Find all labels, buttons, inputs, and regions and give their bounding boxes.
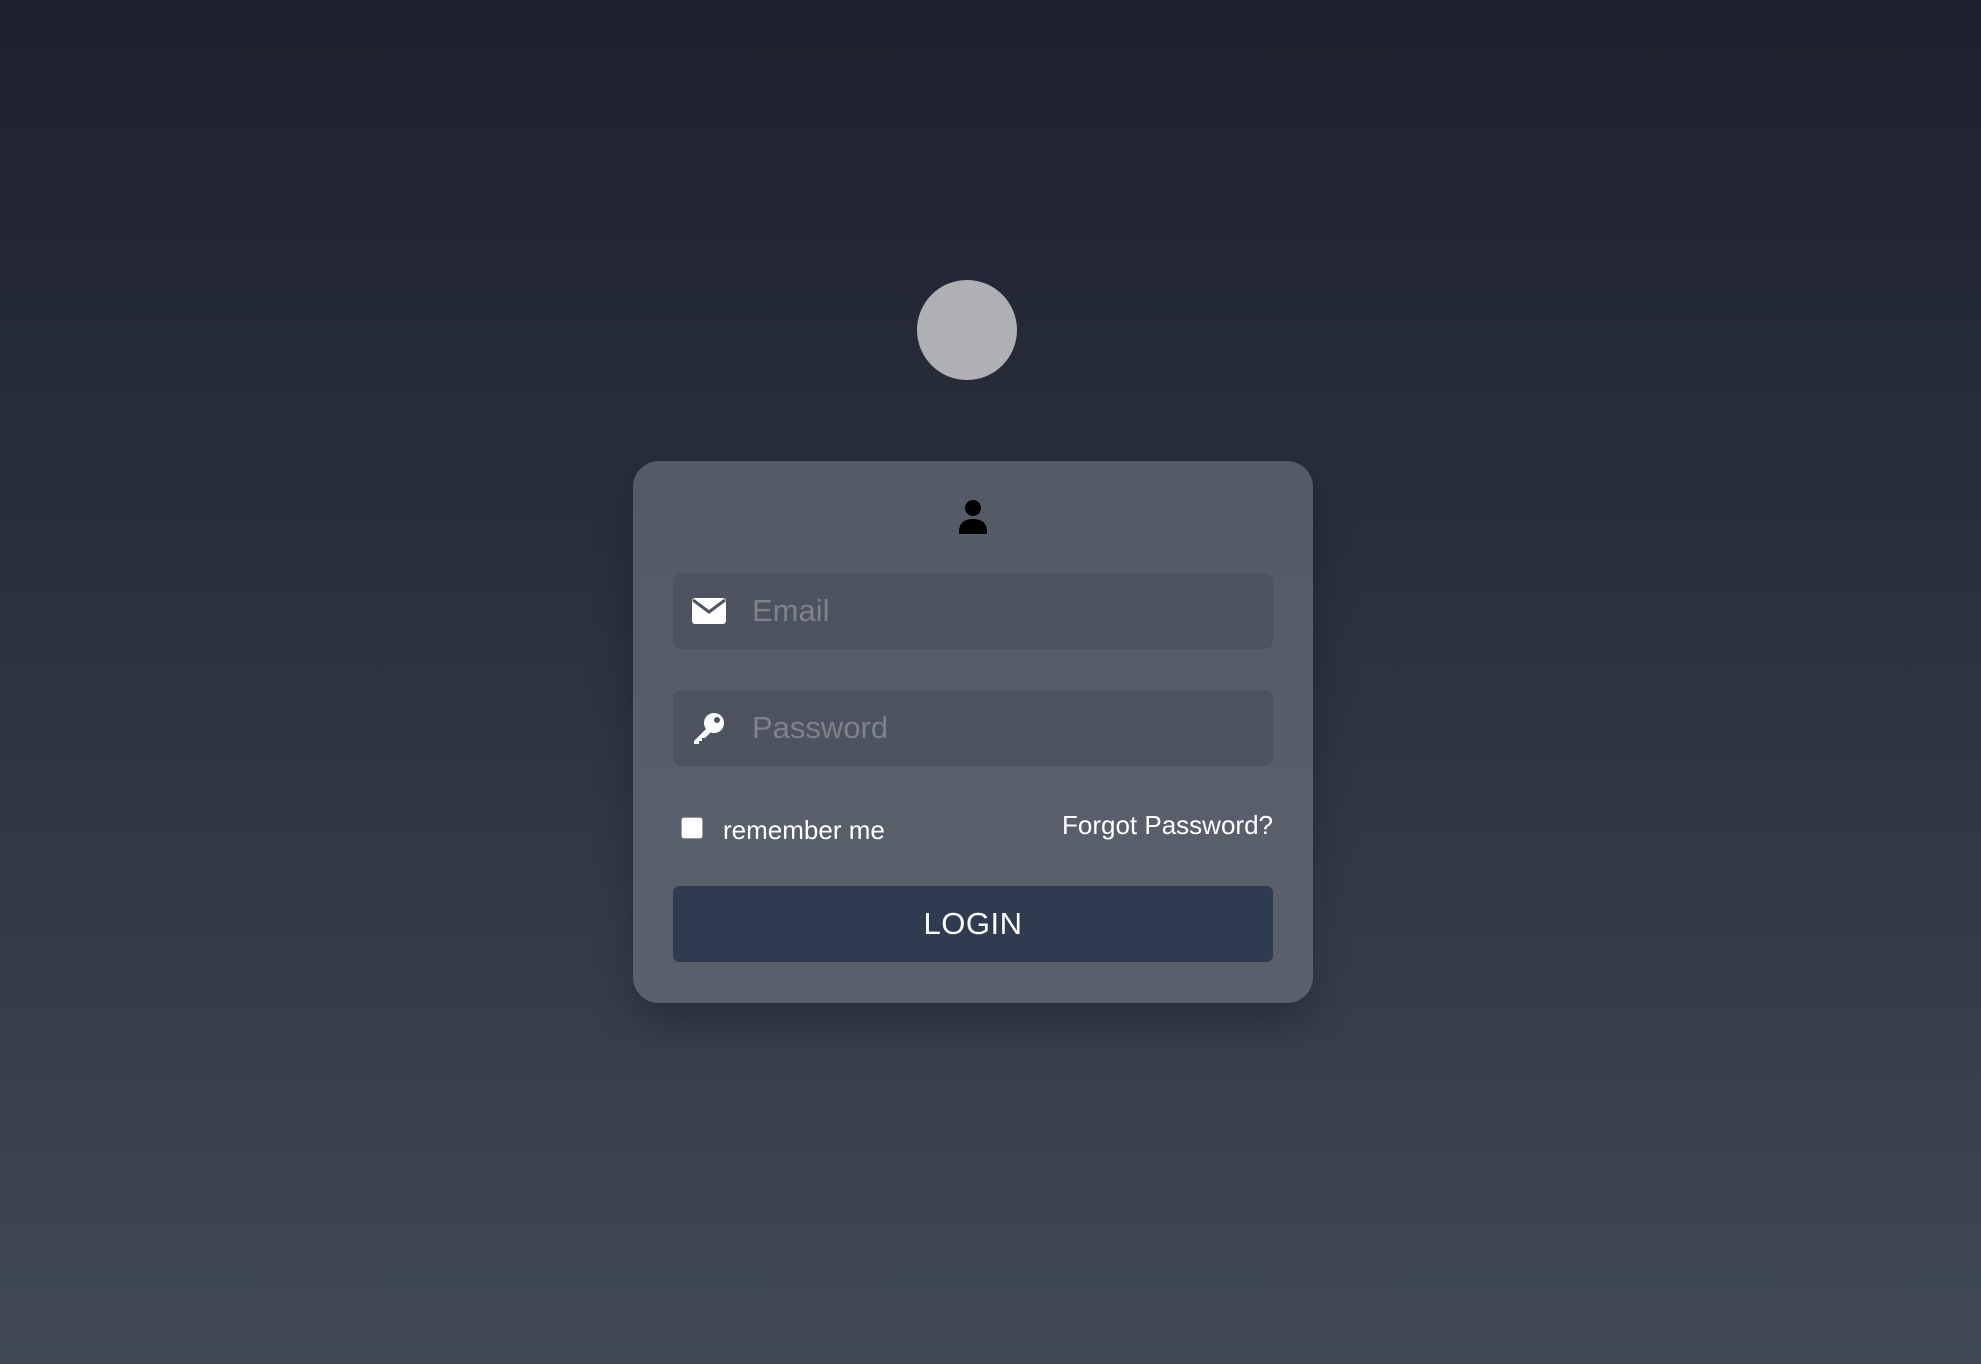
- remember-label: remember me: [723, 815, 885, 845]
- key-icon: [691, 710, 727, 746]
- form-options: remember me Forgot Password?: [673, 808, 1273, 848]
- password-input[interactable]: [727, 689, 1273, 767]
- password-field: [673, 689, 1273, 767]
- user-icon: [958, 499, 988, 535]
- email-field: [673, 572, 1273, 650]
- remember-me[interactable]: remember me: [681, 812, 885, 845]
- login-button[interactable]: LOGIN: [673, 886, 1273, 962]
- envelope-icon: [691, 593, 727, 629]
- login-card: remember me Forgot Password? LOGIN: [633, 461, 1313, 1003]
- email-input[interactable]: [727, 572, 1273, 650]
- remember-checkbox[interactable]: [681, 816, 703, 839]
- forgot-password-link[interactable]: Forgot Password?: [1062, 810, 1273, 841]
- avatar: [917, 280, 1017, 380]
